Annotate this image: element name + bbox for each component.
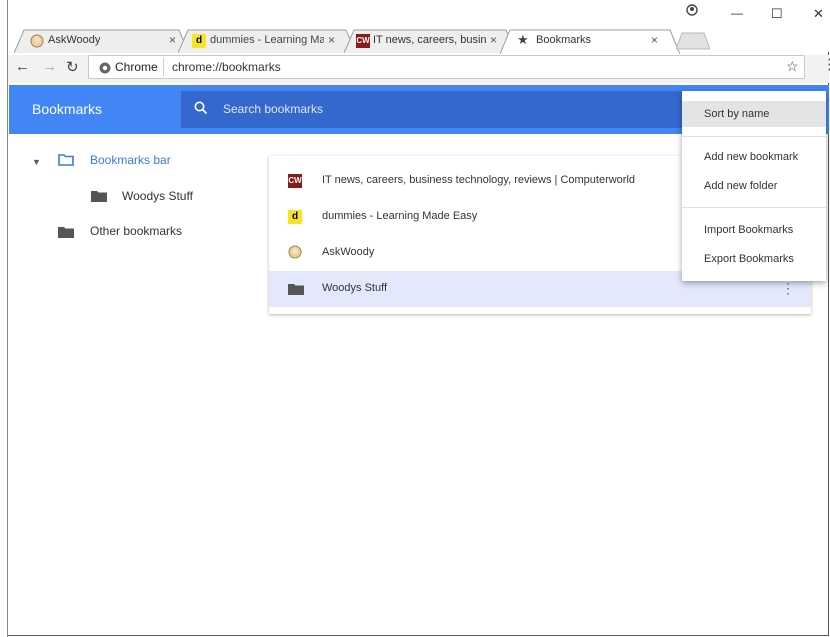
menu-item-add-new-bookmark[interactable]: Add new bookmark [682, 144, 826, 170]
star-icon: ★ [517, 32, 529, 47]
new-tab-button[interactable] [676, 32, 710, 50]
forward-arrow-icon[interactable]: → [42, 58, 57, 75]
bookmark-title: AskWoody [322, 246, 375, 258]
computerworld-favicon-icon: CW [356, 34, 370, 48]
bookmark-title: Woodys Stuff [322, 282, 388, 294]
menu-divider [682, 136, 826, 137]
menu-item-import-bookmarks[interactable]: Import Bookmarks [682, 217, 826, 243]
nav-item-other-bookmarks[interactable]: Other bookmarks [90, 224, 182, 238]
url-text[interactable]: chrome://bookmarks [172, 60, 281, 74]
tab-close-icon[interactable]: × [328, 33, 335, 47]
chrome-menu-icon[interactable]: ⋮ [822, 57, 830, 72]
tab-close-icon[interactable]: × [169, 33, 176, 47]
star-bookmark-icon[interactable]: ☆ [786, 58, 799, 75]
search-placeholder: Search bookmarks [223, 102, 324, 116]
more-actions-icon[interactable]: ⋮ [781, 280, 795, 297]
nav-item-bookmarks-bar[interactable]: Bookmarks bar [90, 153, 171, 167]
folder-icon [58, 225, 74, 243]
tab-close-icon[interactable]: × [651, 33, 658, 47]
window-left-edge [0, 0, 8, 637]
chrome-logo-icon [99, 61, 111, 79]
menu-item-sort-by-name[interactable]: Sort by name [682, 101, 826, 127]
omnibox-divider [163, 58, 164, 76]
minimize-button[interactable]: — [731, 6, 743, 20]
search-icon [194, 101, 208, 120]
reload-icon[interactable]: ↻ [66, 58, 79, 76]
tab-title: Bookmarks [536, 34, 592, 46]
folder-icon [91, 189, 107, 207]
tab-title: AskWoody [48, 34, 101, 46]
folder-icon [288, 283, 304, 298]
address-bar[interactable]: Chrome chrome://bookmarks ☆ [88, 55, 805, 79]
tab-computerworld[interactable]: CW IT news, careers, business technology… [344, 29, 516, 53]
close-window-button[interactable]: ✕ [813, 6, 824, 22]
maximize-button[interactable]: ☐ [771, 6, 783, 22]
profile-icon[interactable] [686, 4, 698, 19]
organize-menu: Sort by name Add new bookmark Add new fo… [682, 91, 826, 281]
folder-open-icon [58, 153, 74, 171]
back-arrow-icon[interactable]: ← [15, 58, 30, 75]
menu-divider [682, 207, 826, 208]
askwoody-favicon-icon [288, 245, 302, 262]
askwoody-favicon-icon [30, 34, 44, 48]
dummies-favicon-icon: d [192, 34, 206, 48]
search-bookmarks-field[interactable]: Search bookmarks [181, 91, 713, 128]
tab-askwoody[interactable]: AskWoody × [14, 29, 189, 53]
tab-bookmarks[interactable]: ★ Bookmarks × [500, 29, 680, 54]
page-title: Bookmarks [32, 101, 103, 117]
nav-item-woodys-stuff[interactable]: Woodys Stuff [122, 189, 193, 203]
tab-title: dummies - Learning Made Easy [210, 34, 324, 46]
tab-dummies[interactable]: d dummies - Learning Made Easy × [178, 29, 356, 53]
site-label: Chrome [115, 60, 158, 74]
dummies-favicon-icon: d [288, 210, 302, 224]
bookmark-title: IT news, careers, business technology, r… [322, 174, 636, 186]
expand-arrow-icon[interactable]: ▼ [32, 157, 41, 167]
bookmark-title: dummies - Learning Made Easy [322, 210, 478, 222]
menu-item-add-new-folder[interactable]: Add new folder [682, 173, 826, 199]
tab-close-icon[interactable]: × [490, 33, 497, 47]
menu-item-export-bookmarks[interactable]: Export Bookmarks [682, 246, 826, 272]
tab-title: IT news, careers, business technology, r… [373, 34, 487, 46]
computerworld-favicon-icon: CW [288, 174, 302, 188]
